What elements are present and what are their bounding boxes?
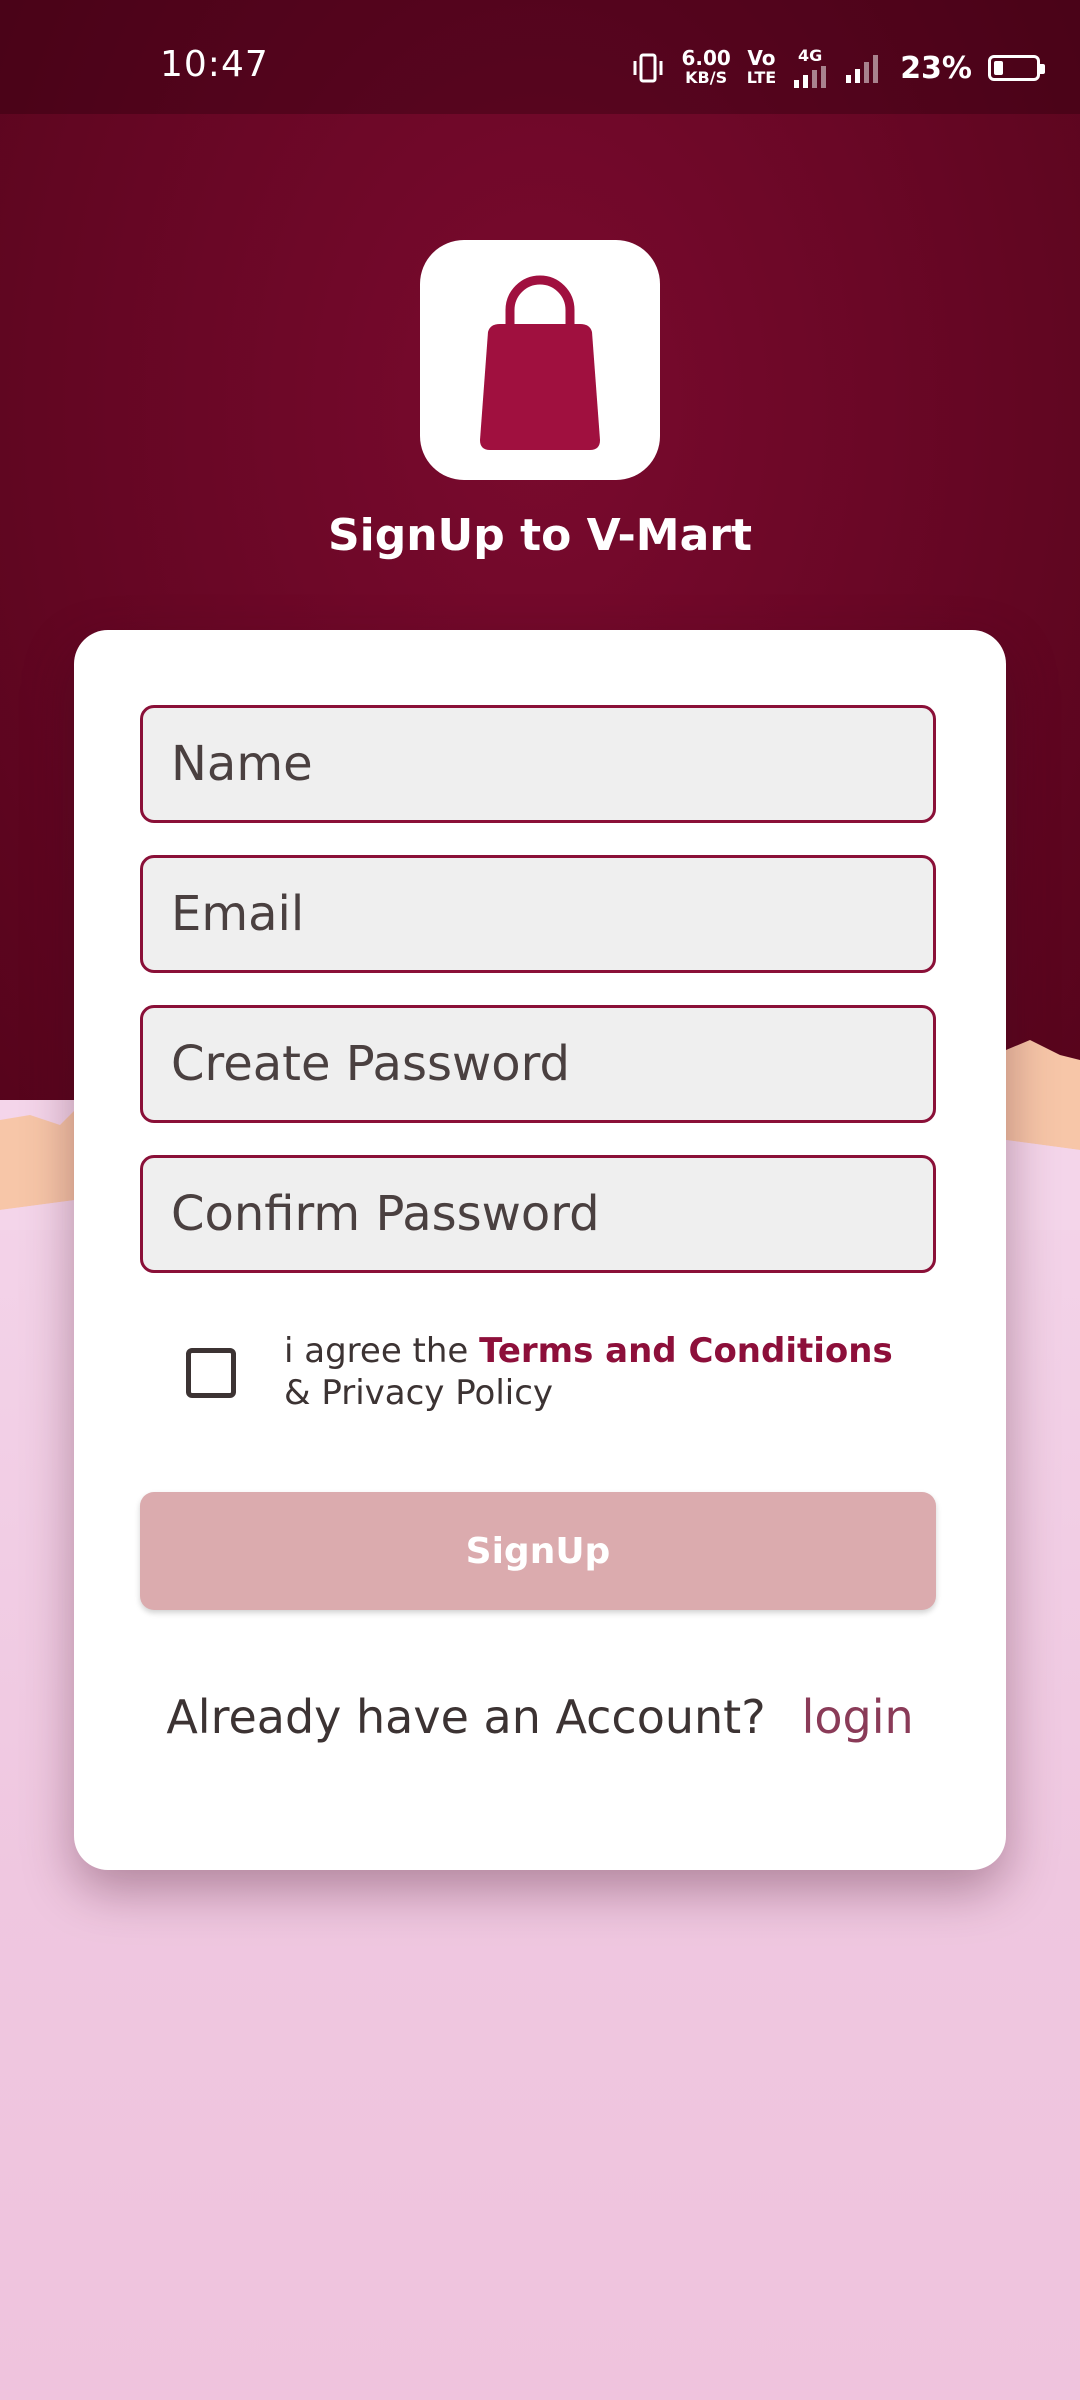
signal-icon	[846, 55, 879, 83]
app-logo	[420, 240, 660, 480]
email-field[interactable]	[140, 855, 936, 973]
battery-percent: 23%	[900, 50, 972, 86]
signup-button[interactable]: SignUp	[140, 1492, 936, 1610]
status-time: 10:47	[160, 44, 269, 85]
signal-icon	[794, 65, 827, 88]
login-link[interactable]: login	[802, 1690, 914, 1744]
terms-checkbox[interactable]	[186, 1348, 236, 1398]
volte-icon: Vo LTE	[746, 46, 777, 87]
vibrate-icon	[633, 53, 663, 83]
account-question: Already have an Account?	[166, 1690, 766, 1744]
network-type: 4G	[792, 46, 828, 91]
shopping-bag-icon	[480, 275, 600, 450]
battery-level	[994, 61, 1003, 75]
signup-card: i agree the Terms and Conditions & Priva…	[74, 630, 1006, 1870]
terms-link[interactable]: Terms and Conditions	[479, 1331, 893, 1371]
status-bar: 10:47 6.00 KB/S Vo LTE 4G 23%	[0, 0, 1080, 114]
terms-text: i agree the Terms and Conditions & Priva…	[284, 1331, 893, 1413]
net-speed: 6.00 KB/S	[681, 46, 731, 87]
battery-icon	[988, 55, 1045, 81]
login-prompt: Already have an Account? login	[74, 1690, 1006, 1744]
page-title: SignUp to V-Mart	[327, 510, 753, 561]
name-field[interactable]	[140, 705, 936, 823]
create-password-field[interactable]	[140, 1005, 936, 1123]
confirm-password-field[interactable]	[140, 1155, 936, 1273]
status-icons: 6.00 KB/S Vo LTE 4G 23%	[631, 38, 1045, 98]
